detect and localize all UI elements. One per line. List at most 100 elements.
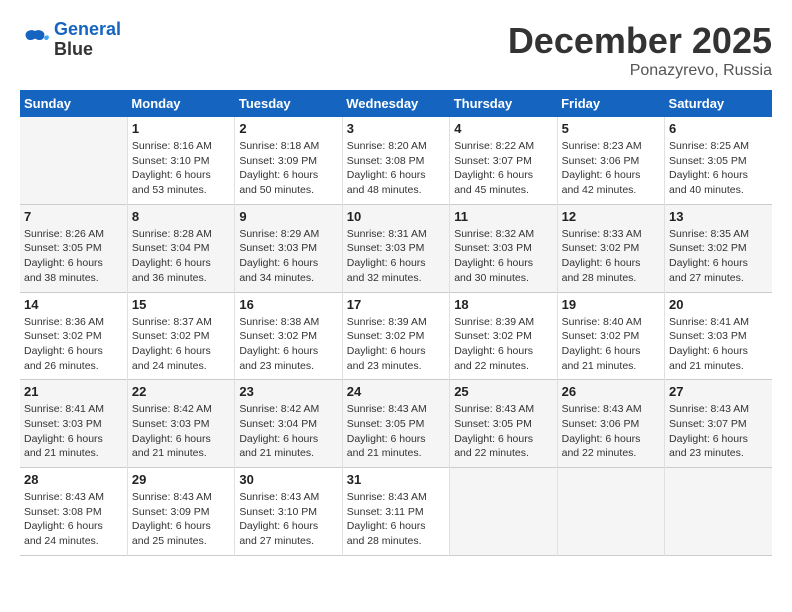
day-number: 11 <box>454 209 552 224</box>
day-number: 12 <box>562 209 660 224</box>
day-number: 10 <box>347 209 445 224</box>
calendar-cell: 22 Sunrise: 8:42 AM Sunset: 3:03 PM Dayli… <box>127 380 234 468</box>
day-header-wednesday: Wednesday <box>342 90 449 117</box>
calendar-cell: 16Sunrise: 8:38 AM Sunset: 3:02 PM Dayli… <box>235 292 342 380</box>
calendar-cell: 3 Sunrise: 8:20 AM Sunset: 3:08 PM Daylig… <box>342 117 449 204</box>
day-number: 28 <box>24 472 123 487</box>
day-info: Sunrise: 8:42 AM Sunset: 3:04 PM Dayligh… <box>239 402 337 461</box>
calendar-cell: 26 Sunrise: 8:43 AM Sunset: 3:06 PM Dayli… <box>557 380 664 468</box>
week-row-5: 28Sunrise: 8:43 AM Sunset: 3:08 PM Dayli… <box>20 468 772 556</box>
calendar-cell: 4 Sunrise: 8:22 AM Sunset: 3:07 PM Daylig… <box>450 117 557 204</box>
day-number: 27 <box>669 384 768 399</box>
day-info: Sunrise: 8:33 AM Sunset: 3:02 PM Dayligh… <box>562 227 660 286</box>
header-row: SundayMondayTuesdayWednesdayThursdayFrid… <box>20 90 772 117</box>
calendar-cell: 20Sunrise: 8:41 AM Sunset: 3:03 PM Dayli… <box>665 292 772 380</box>
logo-line1: General <box>54 19 121 39</box>
calendar-cell: 9 Sunrise: 8:29 AM Sunset: 3:03 PM Daylig… <box>235 204 342 292</box>
calendar-cell <box>20 117 127 204</box>
day-number: 19 <box>562 297 660 312</box>
day-info: Sunrise: 8:43 AM Sunset: 3:11 PM Dayligh… <box>347 490 445 549</box>
day-info: Sunrise: 8:32 AM Sunset: 3:03 PM Dayligh… <box>454 227 552 286</box>
day-number: 2 <box>239 121 337 136</box>
day-number: 17 <box>347 297 445 312</box>
month-title: December 2025 <box>508 20 772 62</box>
day-number: 31 <box>347 472 445 487</box>
calendar-cell: 12 Sunrise: 8:33 AM Sunset: 3:02 PM Dayli… <box>557 204 664 292</box>
calendar-cell: 5Sunrise: 8:23 AM Sunset: 3:06 PM Daylig… <box>557 117 664 204</box>
calendar-cell: 7 Sunrise: 8:26 AM Sunset: 3:05 PM Daylig… <box>20 204 127 292</box>
day-info: Sunrise: 8:40 AM Sunset: 3:02 PM Dayligh… <box>562 315 660 374</box>
location: Ponazyrevo, Russia <box>508 62 772 80</box>
calendar-cell: 2Sunrise: 8:18 AM Sunset: 3:09 PM Daylig… <box>235 117 342 204</box>
day-number: 13 <box>669 209 768 224</box>
day-number: 15 <box>132 297 230 312</box>
day-header-saturday: Saturday <box>665 90 772 117</box>
logo: General Blue <box>20 20 121 60</box>
day-info: Sunrise: 8:37 AM Sunset: 3:02 PM Dayligh… <box>132 315 230 374</box>
day-number: 6 <box>669 121 768 136</box>
day-number: 9 <box>239 209 337 224</box>
day-header-monday: Monday <box>127 90 234 117</box>
day-number: 23 <box>239 384 337 399</box>
calendar-cell: 10 Sunrise: 8:31 AM Sunset: 3:03 PM Dayli… <box>342 204 449 292</box>
calendar-cell: 6 Sunrise: 8:25 AM Sunset: 3:05 PM Daylig… <box>665 117 772 204</box>
logo-line2: Blue <box>54 40 121 60</box>
calendar-cell: 28Sunrise: 8:43 AM Sunset: 3:08 PM Dayli… <box>20 468 127 556</box>
calendar-cell <box>450 468 557 556</box>
calendar-cell: 15 Sunrise: 8:37 AM Sunset: 3:02 PM Dayli… <box>127 292 234 380</box>
day-number: 3 <box>347 121 445 136</box>
day-number: 5 <box>562 121 660 136</box>
day-info: Sunrise: 8:22 AM Sunset: 3:07 PM Dayligh… <box>454 139 552 198</box>
day-number: 1 <box>132 121 230 136</box>
calendar-cell: 25 Sunrise: 8:43 AM Sunset: 3:05 PM Dayli… <box>450 380 557 468</box>
day-info: Sunrise: 8:43 AM Sunset: 3:06 PM Dayligh… <box>562 402 660 461</box>
day-header-tuesday: Tuesday <box>235 90 342 117</box>
day-info: Sunrise: 8:38 AM Sunset: 3:02 PM Dayligh… <box>239 315 337 374</box>
calendar-cell: 30Sunrise: 8:43 AM Sunset: 3:10 PM Dayli… <box>235 468 342 556</box>
day-info: Sunrise: 8:29 AM Sunset: 3:03 PM Dayligh… <box>239 227 337 286</box>
day-info: Sunrise: 8:16 AM Sunset: 3:10 PM Dayligh… <box>132 139 230 198</box>
day-info: Sunrise: 8:25 AM Sunset: 3:05 PM Dayligh… <box>669 139 768 198</box>
calendar-cell: 21Sunrise: 8:41 AM Sunset: 3:03 PM Dayli… <box>20 380 127 468</box>
day-info: Sunrise: 8:36 AM Sunset: 3:02 PM Dayligh… <box>24 315 123 374</box>
day-info: Sunrise: 8:42 AM Sunset: 3:03 PM Dayligh… <box>132 402 230 461</box>
week-row-4: 21Sunrise: 8:41 AM Sunset: 3:03 PM Dayli… <box>20 380 772 468</box>
calendar-cell: 8 Sunrise: 8:28 AM Sunset: 3:04 PM Daylig… <box>127 204 234 292</box>
day-number: 22 <box>132 384 230 399</box>
calendar-cell: 18 Sunrise: 8:39 AM Sunset: 3:02 PM Dayli… <box>450 292 557 380</box>
calendar-cell: 13Sunrise: 8:35 AM Sunset: 3:02 PM Dayli… <box>665 204 772 292</box>
day-info: Sunrise: 8:31 AM Sunset: 3:03 PM Dayligh… <box>347 227 445 286</box>
day-info: Sunrise: 8:43 AM Sunset: 3:09 PM Dayligh… <box>132 490 230 549</box>
title-area: December 2025 Ponazyrevo, Russia <box>508 20 772 80</box>
day-number: 24 <box>347 384 445 399</box>
calendar-cell <box>665 468 772 556</box>
week-row-2: 7 Sunrise: 8:26 AM Sunset: 3:05 PM Daylig… <box>20 204 772 292</box>
calendar-cell: 19 Sunrise: 8:40 AM Sunset: 3:02 PM Dayli… <box>557 292 664 380</box>
calendar-cell: 29 Sunrise: 8:43 AM Sunset: 3:09 PM Dayli… <box>127 468 234 556</box>
day-number: 4 <box>454 121 552 136</box>
day-number: 7 <box>24 209 123 224</box>
day-number: 21 <box>24 384 123 399</box>
calendar-cell: 17Sunrise: 8:39 AM Sunset: 3:02 PM Dayli… <box>342 292 449 380</box>
day-number: 26 <box>562 384 660 399</box>
day-info: Sunrise: 8:20 AM Sunset: 3:08 PM Dayligh… <box>347 139 445 198</box>
day-number: 14 <box>24 297 123 312</box>
day-number: 25 <box>454 384 552 399</box>
day-info: Sunrise: 8:28 AM Sunset: 3:04 PM Dayligh… <box>132 227 230 286</box>
day-number: 8 <box>132 209 230 224</box>
week-row-1: 1 Sunrise: 8:16 AM Sunset: 3:10 PM Daylig… <box>20 117 772 204</box>
day-header-friday: Friday <box>557 90 664 117</box>
calendar-cell: 1 Sunrise: 8:16 AM Sunset: 3:10 PM Daylig… <box>127 117 234 204</box>
calendar-table: SundayMondayTuesdayWednesdayThursdayFrid… <box>20 90 772 556</box>
day-number: 29 <box>132 472 230 487</box>
logo-icon <box>20 25 50 55</box>
day-number: 18 <box>454 297 552 312</box>
logo-text: General Blue <box>54 20 121 60</box>
day-info: Sunrise: 8:39 AM Sunset: 3:02 PM Dayligh… <box>454 315 552 374</box>
day-info: Sunrise: 8:43 AM Sunset: 3:05 PM Dayligh… <box>454 402 552 461</box>
day-info: Sunrise: 8:43 AM Sunset: 3:05 PM Dayligh… <box>347 402 445 461</box>
day-header-thursday: Thursday <box>450 90 557 117</box>
day-info: Sunrise: 8:43 AM Sunset: 3:10 PM Dayligh… <box>239 490 337 549</box>
calendar-cell: 31 Sunrise: 8:43 AM Sunset: 3:11 PM Dayli… <box>342 468 449 556</box>
day-info: Sunrise: 8:26 AM Sunset: 3:05 PM Dayligh… <box>24 227 123 286</box>
